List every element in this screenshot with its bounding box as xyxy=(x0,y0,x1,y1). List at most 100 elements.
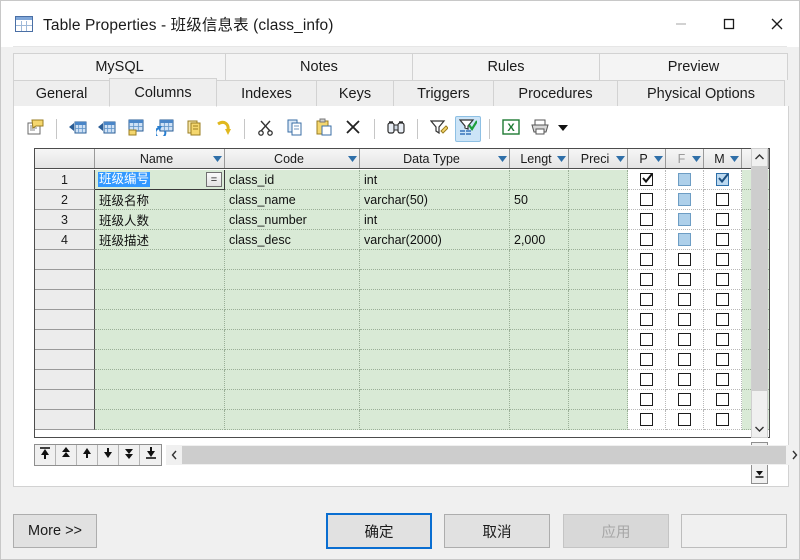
cell-datatype[interactable]: int xyxy=(360,170,510,190)
move-up-fast-button[interactable] xyxy=(56,445,77,465)
copy-button[interactable] xyxy=(282,116,308,142)
cell-precision[interactable] xyxy=(569,170,628,190)
cell-code[interactable]: class_id xyxy=(225,170,360,190)
cell-name[interactable] xyxy=(95,310,225,330)
cell-code[interactable] xyxy=(225,370,360,390)
cell-f[interactable] xyxy=(666,230,704,250)
cell-code[interactable] xyxy=(225,330,360,350)
cell-p[interactable] xyxy=(628,410,666,430)
cell-length[interactable] xyxy=(510,390,569,410)
tab-physical-options[interactable]: Physical Options xyxy=(617,80,785,107)
cell-length[interactable] xyxy=(510,310,569,330)
cell-length[interactable]: 2,000 xyxy=(510,230,569,250)
grid-header-name[interactable]: Name xyxy=(95,149,225,168)
cell-code[interactable] xyxy=(225,350,360,370)
cell-precision[interactable] xyxy=(569,370,628,390)
cell-m[interactable] xyxy=(704,310,742,330)
move-down-fast-button[interactable] xyxy=(119,445,140,465)
table-row-empty[interactable] xyxy=(35,250,770,270)
checkbox[interactable] xyxy=(716,333,729,346)
name-editor-button[interactable]: = xyxy=(206,172,222,187)
grid-header-m[interactable]: M xyxy=(704,149,742,168)
cell-m[interactable] xyxy=(704,210,742,230)
cell-f[interactable] xyxy=(666,270,704,290)
checkbox[interactable] xyxy=(678,173,691,186)
cell-name[interactable] xyxy=(95,250,225,270)
cut-button[interactable] xyxy=(253,116,279,142)
columns-grid[interactable]: NameCodeData TypeLengtPreciPFM 1班级编号=cla… xyxy=(34,148,770,438)
checkbox[interactable] xyxy=(678,353,691,366)
cell-datatype[interactable]: varchar(50) xyxy=(360,190,510,210)
vertical-scrollbar-track[interactable] xyxy=(752,391,767,420)
apply-filter-button[interactable] xyxy=(455,116,481,142)
table-row[interactable]: 4班级描述class_descvarchar(2000)2,000 xyxy=(35,230,770,250)
cell-p[interactable] xyxy=(628,250,666,270)
cell-precision[interactable] xyxy=(569,350,628,370)
edit-filter-button[interactable] xyxy=(426,116,452,142)
cell-m[interactable] xyxy=(704,390,742,410)
maximize-button[interactable] xyxy=(705,1,753,47)
cell-rownum[interactable] xyxy=(35,270,95,290)
minimize-button[interactable] xyxy=(657,1,705,47)
cell-datatype[interactable] xyxy=(360,390,510,410)
tab-procedures[interactable]: Procedures xyxy=(493,80,618,107)
column-filter-dropdown-icon[interactable] xyxy=(554,149,568,168)
checkbox[interactable] xyxy=(640,193,653,206)
cell-datatype[interactable]: varchar(2000) xyxy=(360,230,510,250)
checkbox[interactable] xyxy=(640,353,653,366)
cell-datatype[interactable] xyxy=(360,290,510,310)
cell-f[interactable] xyxy=(666,210,704,230)
checkbox[interactable] xyxy=(678,213,691,226)
table-row-empty[interactable] xyxy=(35,390,770,410)
cell-p[interactable] xyxy=(628,170,666,190)
checkbox[interactable] xyxy=(640,293,653,306)
refresh-columns-button[interactable] xyxy=(152,116,178,142)
checkbox[interactable] xyxy=(678,393,691,406)
cell-rownum[interactable] xyxy=(35,250,95,270)
cell-rownum[interactable]: 1 xyxy=(35,170,95,190)
cell-code[interactable] xyxy=(225,290,360,310)
cell-length[interactable] xyxy=(510,250,569,270)
table-row[interactable]: 1班级编号=class_idint xyxy=(35,170,770,190)
checkbox[interactable] xyxy=(640,373,653,386)
checkbox[interactable] xyxy=(678,293,691,306)
delete-button[interactable] xyxy=(340,116,366,142)
cancel-button[interactable]: 取消 xyxy=(444,514,550,548)
cell-length[interactable]: 50 xyxy=(510,190,569,210)
grid-header-rownum[interactable] xyxy=(35,149,95,168)
checkbox[interactable] xyxy=(716,173,729,186)
cell-rownum[interactable] xyxy=(35,350,95,370)
cell-length[interactable] xyxy=(510,350,569,370)
cell-rownum[interactable] xyxy=(35,290,95,310)
move-up-button[interactable] xyxy=(77,445,98,465)
column-filter-dropdown-icon[interactable] xyxy=(495,149,509,168)
cell-length[interactable] xyxy=(510,330,569,350)
move-to-top-button[interactable] xyxy=(35,445,56,465)
cell-code[interactable]: class_name xyxy=(225,190,360,210)
properties-button[interactable] xyxy=(22,116,48,142)
append-column-button[interactable] xyxy=(94,116,120,142)
cell-p[interactable] xyxy=(628,310,666,330)
checkbox[interactable] xyxy=(716,293,729,306)
cell-rownum[interactable] xyxy=(35,310,95,330)
cell-name[interactable] xyxy=(95,350,225,370)
cell-code[interactable] xyxy=(225,250,360,270)
cell-name[interactable] xyxy=(95,390,225,410)
grid-header-f[interactable]: F xyxy=(666,149,704,168)
insert-column-button[interactable] xyxy=(65,116,91,142)
cell-datatype[interactable] xyxy=(360,410,510,430)
column-filter-dropdown-icon[interactable] xyxy=(613,149,627,168)
cell-length[interactable] xyxy=(510,290,569,310)
checkbox[interactable] xyxy=(640,313,653,326)
cell-rownum[interactable] xyxy=(35,330,95,350)
checkbox[interactable] xyxy=(640,273,653,286)
cell-f[interactable] xyxy=(666,390,704,410)
checkbox[interactable] xyxy=(716,313,729,326)
cell-f[interactable] xyxy=(666,250,704,270)
cell-precision[interactable] xyxy=(569,250,628,270)
checkbox[interactable] xyxy=(716,273,729,286)
table-row[interactable]: 3班级人数class_numberint xyxy=(35,210,770,230)
find-button[interactable] xyxy=(383,116,409,142)
cell-m[interactable] xyxy=(704,230,742,250)
checkbox[interactable] xyxy=(640,333,653,346)
